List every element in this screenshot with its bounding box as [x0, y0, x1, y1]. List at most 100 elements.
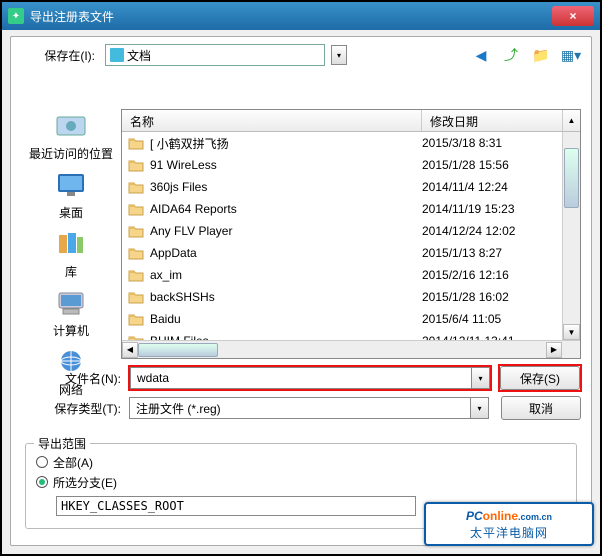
sidebar-item-computer[interactable]: 计算机 — [53, 286, 89, 339]
location-bar: 保存在(I): 文档 ▾ ◀ ⤴ 📁 ▦▾ — [11, 37, 591, 73]
filetype-dropdown[interactable]: ▾ — [470, 398, 488, 418]
folder-icon — [128, 202, 144, 216]
file-row[interactable]: backSHSHs2015/1/28 16:02 — [122, 286, 562, 308]
folder-icon — [128, 334, 144, 340]
filename-dropdown[interactable]: ▾ — [471, 368, 489, 388]
file-date: 2014/12/11 13:41 — [422, 334, 562, 340]
watermark-online: online — [483, 509, 518, 523]
file-row[interactable]: BHIM Files2014/12/11 13:41 — [122, 330, 562, 340]
filename-label: 文件名(N): — [21, 370, 121, 387]
sidebar-item-label: 桌面 — [59, 204, 83, 221]
file-rows: [ 小鹤双拼飞扬2015/3/18 8:3191 WireLess2015/1/… — [122, 132, 562, 340]
up-icon[interactable]: ⤴ — [501, 45, 521, 65]
hscroll-thumb[interactable] — [138, 343, 218, 357]
close-icon: × — [569, 9, 576, 23]
folder-icon — [128, 158, 144, 172]
folder-icon — [128, 224, 144, 238]
radio-all-row[interactable]: 全部(A) — [36, 452, 566, 472]
file-name: 360js Files — [150, 180, 422, 194]
save-button[interactable]: 保存(S) — [500, 366, 580, 390]
recent-icon — [53, 109, 89, 143]
file-name: [ 小鹤双拼飞扬 — [150, 135, 422, 152]
cancel-button-label: 取消 — [529, 400, 553, 417]
file-date: 2015/2/16 12:16 — [422, 268, 562, 282]
branch-input[interactable] — [56, 496, 416, 516]
file-name: BHIM Files — [150, 334, 422, 340]
vertical-scrollbar[interactable]: ▼ — [562, 132, 580, 340]
horizontal-scrollbar[interactable]: ◀ ▶ — [122, 340, 580, 358]
file-list-pane: 名称 修改日期 ▲ [ 小鹤双拼飞扬2015/3/18 8:3191 WireL… — [121, 109, 581, 359]
file-row[interactable]: AIDA64 Reports2014/11/19 15:23 — [122, 198, 562, 220]
column-header-date[interactable]: 修改日期 — [422, 110, 562, 131]
computer-icon — [53, 286, 89, 320]
new-folder-icon[interactable]: 📁 — [531, 45, 551, 65]
filetype-combo[interactable]: 注册文件 (*.reg) ▾ — [129, 397, 489, 419]
file-row[interactable]: ax_im2015/2/16 12:16 — [122, 264, 562, 286]
save-in-label: 保存在(I): — [21, 47, 99, 64]
file-name: AIDA64 Reports — [150, 202, 422, 216]
file-date: 2014/11/19 15:23 — [422, 202, 562, 216]
radio-branch[interactable] — [36, 476, 48, 488]
file-date: 2015/1/13 8:27 — [422, 246, 562, 260]
close-button[interactable]: × — [552, 6, 594, 26]
titlebar: ✦ 导出注册表文件 × — [2, 2, 600, 30]
file-row[interactable]: Any FLV Player2014/12/24 12:02 — [122, 220, 562, 242]
desktop-icon — [53, 168, 89, 202]
folder-icon — [128, 136, 144, 150]
radio-branch-row[interactable]: 所选分支(E) — [36, 472, 566, 492]
sidebar-item-libraries[interactable]: 库 — [53, 227, 89, 280]
save-in-combo[interactable]: 文档 — [105, 44, 325, 66]
file-date: 2015/1/28 16:02 — [422, 290, 562, 304]
file-row[interactable]: [ 小鹤双拼飞扬2015/3/18 8:31 — [122, 132, 562, 154]
documents-icon — [110, 48, 124, 62]
view-menu-icon[interactable]: ▦▾ — [561, 45, 581, 65]
folder-icon — [128, 268, 144, 282]
file-date: 2014/11/4 12:24 — [422, 180, 562, 194]
window-title: 导出注册表文件 — [30, 8, 552, 25]
filetype-value: 注册文件 (*.reg) — [130, 400, 470, 417]
sidebar-item-label: 计算机 — [53, 322, 89, 339]
file-list-header: 名称 修改日期 ▲ — [122, 110, 580, 132]
back-icon[interactable]: ◀ — [471, 45, 491, 65]
file-name: 91 WireLess — [150, 158, 422, 172]
column-header-name[interactable]: 名称 — [122, 110, 422, 131]
filename-input[interactable] — [131, 371, 471, 385]
sidebar-item-desktop[interactable]: 桌面 — [53, 168, 89, 221]
save-in-dropdown[interactable]: ▾ — [331, 45, 347, 65]
radio-branch-label: 所选分支(E) — [53, 474, 117, 491]
file-row[interactable]: Baidu2015/6/4 11:05 — [122, 308, 562, 330]
file-name: ax_im — [150, 268, 422, 282]
watermark-pc: PC — [466, 509, 483, 523]
save-in-value: 文档 — [127, 47, 320, 64]
file-row[interactable]: AppData2015/1/13 8:27 — [122, 242, 562, 264]
scroll-right-arrow[interactable]: ▶ — [546, 342, 562, 358]
export-range-title: 导出范围 — [34, 435, 90, 452]
file-name: Baidu — [150, 312, 422, 326]
radio-all-label: 全部(A) — [53, 454, 93, 471]
sidebar-item-label: 最近访问的位置 — [29, 145, 113, 162]
file-date: 2014/12/24 12:02 — [422, 224, 562, 238]
filename-combo[interactable]: ▾ — [130, 367, 490, 389]
places-sidebar: 最近访问的位置 桌面 库 — [21, 109, 121, 359]
scroll-up-arrow[interactable]: ▲ — [562, 110, 580, 131]
libraries-icon — [53, 227, 89, 261]
filetype-label: 保存类型(T): — [21, 400, 121, 417]
scroll-grip — [562, 341, 580, 359]
file-row[interactable]: 360js Files2014/11/4 12:24 — [122, 176, 562, 198]
sidebar-item-label: 库 — [65, 263, 77, 280]
watermark: PConline.com.cn 太平洋电脑网 — [424, 502, 594, 546]
scroll-thumb[interactable] — [564, 148, 579, 208]
folder-icon — [128, 290, 144, 304]
sidebar-item-recent[interactable]: 最近访问的位置 — [29, 109, 113, 162]
watermark-suffix: .com.cn — [518, 512, 552, 522]
file-name: backSHSHs — [150, 290, 422, 304]
file-row[interactable]: 91 WireLess2015/1/28 15:56 — [122, 154, 562, 176]
file-date: 2015/3/18 8:31 — [422, 136, 562, 150]
scroll-left-arrow[interactable]: ◀ — [122, 342, 138, 358]
scroll-down-arrow[interactable]: ▼ — [563, 324, 580, 340]
cancel-button[interactable]: 取消 — [501, 396, 581, 420]
watermark-sub: 太平洋电脑网 — [470, 524, 548, 541]
radio-all[interactable] — [36, 456, 48, 468]
save-button-label: 保存(S) — [520, 370, 560, 387]
file-date: 2015/1/28 15:56 — [422, 158, 562, 172]
